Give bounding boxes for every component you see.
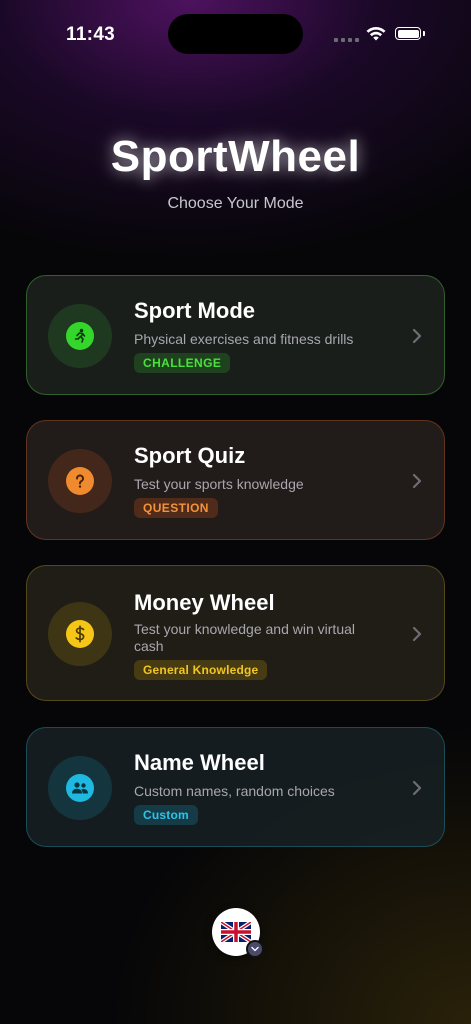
page-subtitle: Choose Your Mode (167, 195, 304, 212)
chevron-right-icon (412, 626, 422, 642)
dynamic-island (168, 14, 303, 54)
mode-icon-container (48, 449, 112, 513)
cellular-signal-icon (334, 38, 359, 42)
mode-description: Test your knowledge and win virtual cash (134, 621, 356, 654)
dollar-icon (66, 620, 94, 648)
mode-card-sport-quiz[interactable]: Sport Quiz Test your sports knowledge QU… (26, 420, 445, 540)
wifi-icon (366, 26, 386, 41)
mode-title: Sport Quiz (134, 443, 246, 468)
mode-description: Custom names, random choices (134, 783, 335, 799)
battery-icon (395, 27, 425, 40)
mode-title: Sport Mode (134, 298, 255, 323)
language-selector-button[interactable] (212, 908, 264, 958)
people-icon (66, 774, 94, 802)
mode-title: Money Wheel (134, 590, 275, 615)
mode-description: Test your sports knowledge (134, 476, 304, 492)
status-bar: 11:43 (0, 0, 471, 70)
mode-card-money-wheel[interactable]: Money Wheel Test your knowledge and win … (26, 565, 445, 701)
chevron-down-icon (246, 940, 264, 958)
mode-badge: Custom (134, 805, 198, 825)
mode-card-sport-mode[interactable]: Sport Mode Physical exercises and fitnes… (26, 275, 445, 395)
question-mark-icon (66, 467, 94, 495)
mode-title: Name Wheel (134, 750, 265, 775)
running-person-icon (66, 322, 94, 350)
status-time: 11:43 (66, 24, 116, 45)
mode-icon-container (48, 304, 112, 368)
mode-badge: QUESTION (134, 498, 218, 518)
chevron-right-icon (412, 473, 422, 489)
mode-icon-container (48, 756, 112, 820)
chevron-right-icon (412, 328, 422, 344)
mode-badge: General Knowledge (134, 660, 268, 680)
uk-flag-icon (221, 922, 251, 942)
chevron-right-icon (412, 780, 422, 796)
mode-icon-container (48, 602, 112, 666)
mode-card-name-wheel[interactable]: Name Wheel Custom names, random choices … (26, 727, 445, 847)
app-title: SportWheel (110, 132, 361, 181)
mode-badge: CHALLENGE (134, 353, 231, 373)
mode-description: Physical exercises and fitness drills (134, 331, 354, 347)
